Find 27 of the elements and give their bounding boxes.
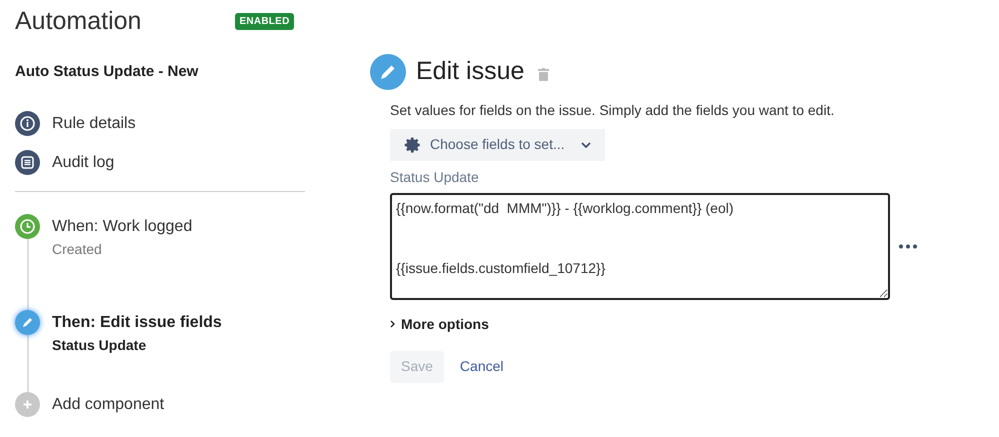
section-title: Edit issue bbox=[416, 56, 524, 87]
nav-link[interactable]: Rule details bbox=[52, 112, 136, 136]
description: Set values for fields on the issue. Simply add the fields you want to edit. bbox=[390, 100, 834, 120]
chevron-down-icon bbox=[580, 142, 591, 148]
rule-name: Auto Status Update - New bbox=[15, 62, 198, 82]
step-title[interactable]: When: Work logged bbox=[52, 214, 192, 239]
clock-icon bbox=[15, 214, 40, 239]
chevron-right-icon bbox=[390, 320, 395, 328]
info-icon bbox=[15, 111, 40, 136]
status-update-field[interactable]: {{now.format("dd MMM")}} - {{worklog.comment}} (eol) {{issue.fields.customfield_10712}} bbox=[390, 192, 890, 300]
step-title[interactable]: Add component bbox=[52, 392, 164, 417]
cancel-link[interactable]: Cancel bbox=[460, 356, 504, 377]
step-title[interactable]: Then: Edit issue fields bbox=[52, 310, 222, 335]
field-label: Status Update bbox=[390, 168, 479, 187]
more-options-toggle[interactable]: More options bbox=[401, 314, 489, 334]
step-subtitle: Status Update bbox=[52, 336, 148, 355]
more-icon[interactable] bbox=[898, 244, 918, 248]
nav-link[interactable]: Audit log bbox=[52, 150, 114, 174]
page-title: Automation bbox=[15, 6, 142, 37]
list-icon bbox=[15, 150, 40, 175]
step-subtitle: Created bbox=[52, 240, 103, 259]
status-badge: ENABLED bbox=[235, 13, 294, 30]
choose-fields-button[interactable]: Choose fields to set... bbox=[390, 128, 605, 160]
pencil-icon bbox=[15, 310, 40, 335]
settings-icon bbox=[404, 136, 422, 154]
pencil-icon bbox=[370, 54, 406, 90]
plus-icon bbox=[15, 392, 40, 417]
